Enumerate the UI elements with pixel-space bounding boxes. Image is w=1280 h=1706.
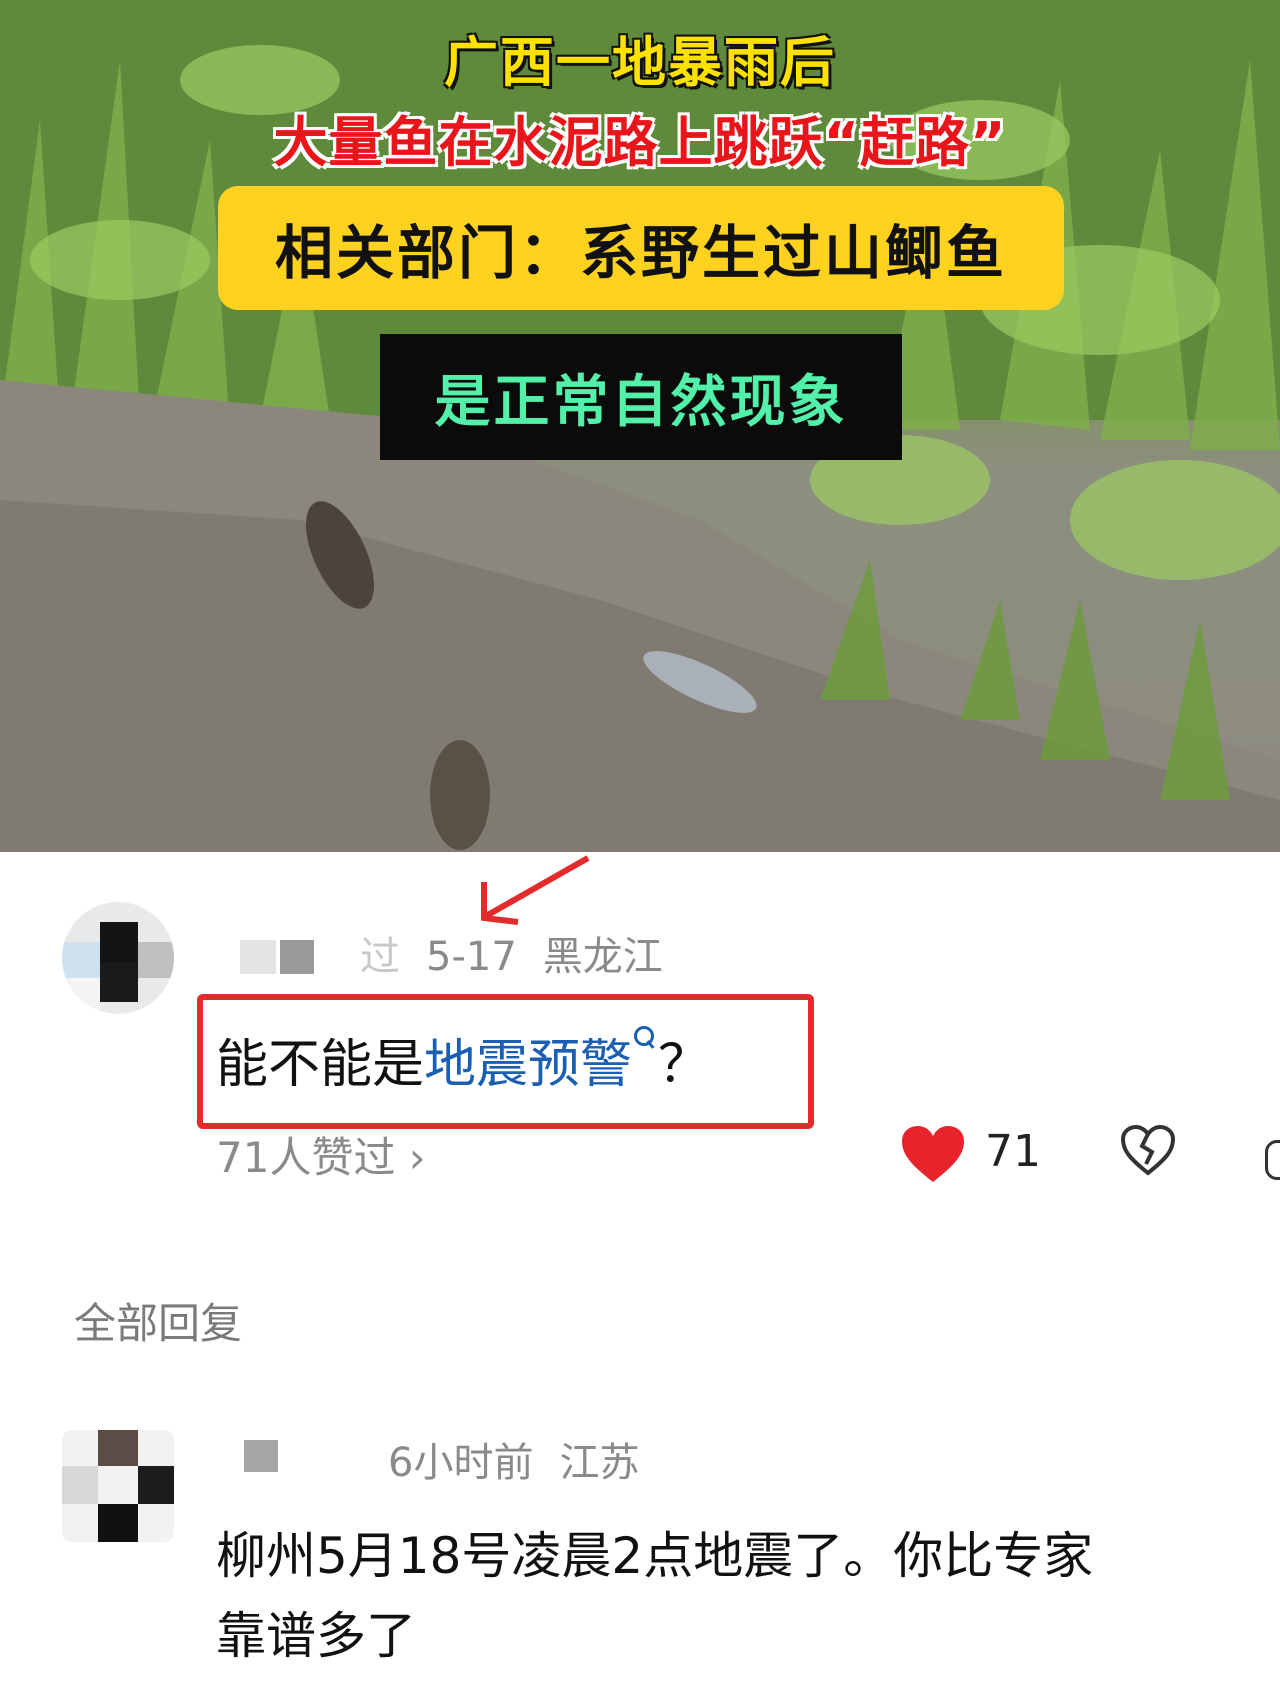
annotation-arrow: [481, 855, 590, 925]
all-replies-label: 全部回复: [74, 1299, 243, 1348]
heart-icon[interactable]: [900, 1124, 966, 1184]
reply-time: 6小时前: [388, 1440, 534, 1486]
comment-meta: 过 5-17 黑龙江: [360, 924, 689, 982]
reply-avatar[interactable]: [62, 1430, 174, 1542]
video-caption-line2: 大量鱼在水泥路上跳跃“赶路”: [273, 111, 1007, 174]
reply-text-line1: 柳州5月18号凌晨2点地震了。你比专家: [216, 1527, 1094, 1585]
video-caption-box-yellow: 相关部门：系野生过山鲫鱼: [218, 186, 1064, 310]
video-caption-line1: 广西一地暴雨后: [444, 31, 836, 94]
highlight-box: [197, 994, 814, 1129]
video-thumbnail[interactable]: 广西一地暴雨后 大量鱼在水泥路上跳跃“赶路” 相关部门：系野生过山鲫鱼 是正常自…: [0, 0, 1280, 852]
comment-date: 5-17: [426, 934, 517, 980]
like-count: 71: [985, 1126, 1041, 1177]
share-icon[interactable]: [1265, 1140, 1280, 1180]
reply-location: 江苏: [559, 1440, 640, 1486]
avatar[interactable]: [62, 902, 174, 1014]
broken-heart-icon[interactable]: [1120, 1124, 1176, 1176]
reply-meta: 6小时前 江苏: [388, 1430, 665, 1488]
author-partial: 过: [360, 934, 400, 980]
reply-text-line2: 靠谱多了: [216, 1607, 416, 1665]
video-caption-box-black: 是正常自然现象: [380, 334, 902, 460]
likes-summary-link[interactable]: 71人赞过 ›: [216, 1124, 426, 1185]
comment-location: 黑龙江: [542, 934, 663, 980]
